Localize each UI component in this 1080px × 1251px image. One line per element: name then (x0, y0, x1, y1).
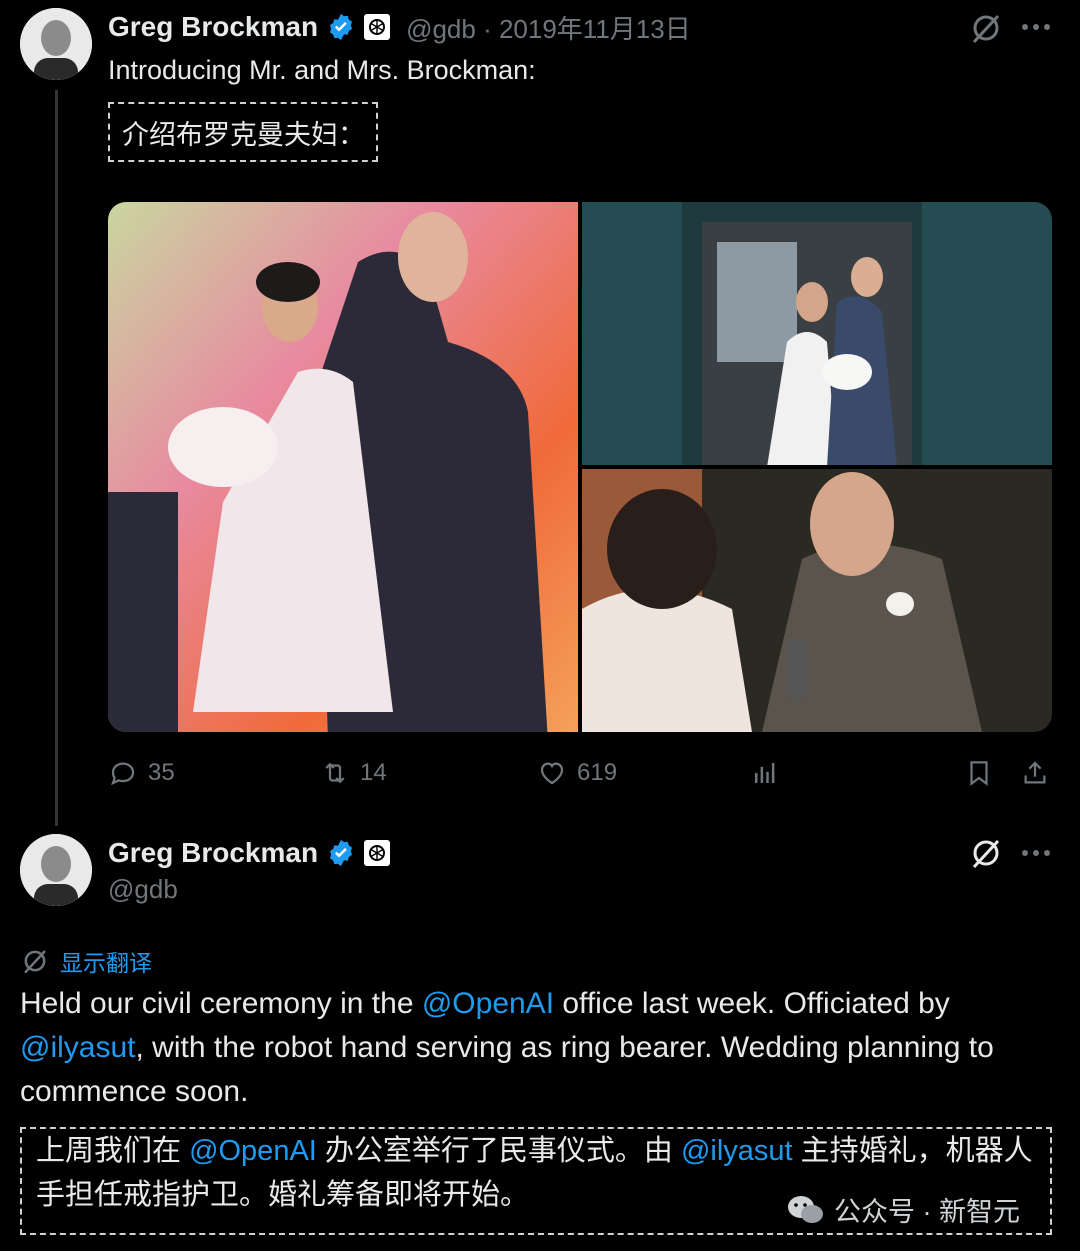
grok-icon[interactable] (968, 10, 1004, 46)
thread-line (55, 90, 58, 826)
text-segment: 办公室举行了民事仪式。由 (316, 1135, 681, 1167)
views-icon (755, 763, 775, 783)
mention-openai[interactable]: @OpenAI (422, 987, 554, 1020)
retweet-button[interactable]: 14 (320, 758, 387, 788)
verified-badge-icon (330, 13, 353, 41)
retweet-icon (325, 762, 345, 784)
like-icon (540, 762, 564, 785)
avatar[interactable] (20, 8, 92, 80)
share-button[interactable] (1020, 758, 1050, 788)
openai-logo-icon (364, 14, 391, 40)
bookmark-button[interactable] (964, 758, 994, 788)
verified-badge-icon (330, 839, 353, 867)
watermark: 公众号 · 新智元 (780, 1188, 1026, 1231)
more-icon[interactable] (1020, 846, 1052, 858)
media-grid[interactable] (108, 202, 1052, 732)
show-translation-link[interactable]: 显示翻译 (20, 944, 152, 978)
author-name[interactable]: Greg Brockman (108, 11, 318, 43)
tweet1-translation: 介绍布罗克曼夫妇： (108, 102, 378, 162)
text-segment: office last week. Officiated by (554, 987, 950, 1020)
reply-icon (111, 762, 135, 786)
text-segment: , with the robot hand serving as ring be… (20, 1031, 994, 1108)
photo-ring-ceremony[interactable] (582, 469, 1052, 732)
like-count: 619 (577, 759, 618, 786)
more-icon[interactable] (1020, 20, 1052, 32)
openai-logo-icon (364, 840, 391, 866)
translate-icon (24, 950, 46, 974)
reply-count: 35 (148, 759, 175, 786)
tweet2-header: Greg Brockman (108, 836, 391, 870)
grok-icon[interactable] (968, 835, 1004, 871)
tweet2-text: Held our civil ceremony in the @OpenAI o… (20, 982, 1060, 1114)
handle[interactable]: @gdb (108, 874, 178, 905)
avatar[interactable] (20, 834, 92, 906)
like-button[interactable]: 619 (537, 758, 617, 788)
reply-button[interactable]: 35 (108, 758, 175, 788)
photo-couple-flowers[interactable] (108, 202, 578, 732)
bookmark-icon (970, 761, 988, 786)
share-icon (1024, 761, 1046, 784)
mention-ilyasut[interactable]: @ilyasut (20, 1031, 136, 1064)
photo-couple-door[interactable] (582, 202, 1052, 465)
show-translation-label: 显示翻译 (60, 950, 152, 976)
views-button[interactable] (750, 758, 780, 788)
mention-openai[interactable]: @OpenAI (189, 1135, 317, 1167)
tweet1-text: Introducing Mr. and Mrs. Brockman: (108, 55, 536, 85)
watermark-text: 公众号 · 新智元 (834, 1197, 1020, 1227)
text-segment: Held our civil ceremony in the (20, 987, 422, 1020)
tweet1-header: Greg Brockman @gdb · 2019年11月13日 (108, 10, 691, 44)
wechat-icon (788, 1195, 823, 1223)
mention-ilyasut[interactable]: @ilyasut (681, 1135, 793, 1167)
text-segment: 上周我们在 (36, 1135, 190, 1167)
author-name[interactable]: Greg Brockman (108, 837, 318, 869)
retweet-count: 14 (360, 759, 387, 786)
handle-date[interactable]: @gdb · 2019年11月13日 (406, 9, 691, 46)
